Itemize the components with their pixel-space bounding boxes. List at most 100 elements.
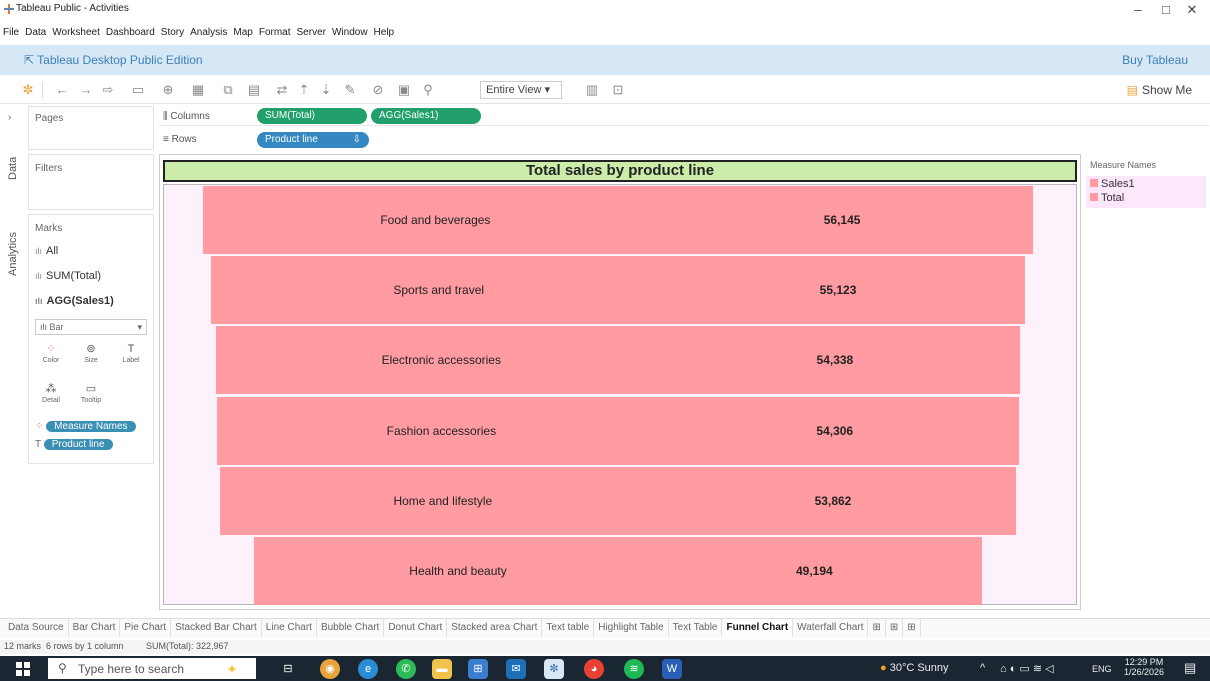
- sheet-tab-pie-chart[interactable]: Pie Chart: [120, 619, 172, 637]
- fit-select[interactable]: Entire View ▾: [480, 81, 562, 99]
- menu-file[interactable]: File: [3, 27, 19, 38]
- sheet-tab-data-source[interactable]: Data Source: [4, 619, 69, 637]
- redo-icon[interactable]: →: [78, 82, 94, 98]
- sheet-tab-stacked-area-chart[interactable]: Stacked area Chart: [447, 619, 543, 637]
- menu-window[interactable]: Window: [332, 27, 368, 38]
- sort-ascending-icon[interactable]: ⇡: [296, 82, 312, 98]
- sheet-tab-text-table[interactable]: Text table: [542, 619, 595, 637]
- clock[interactable]: 12:29 PM 1/26/2026: [1124, 657, 1164, 677]
- mark-type-select[interactable]: ılı Bar ▾: [35, 319, 147, 335]
- sort-descending-icon[interactable]: ⇣: [318, 82, 334, 98]
- sheet-tab-text-table[interactable]: Text Table: [669, 619, 723, 637]
- group-icon[interactable]: ⊘: [370, 82, 386, 98]
- menu-dashboard[interactable]: Dashboard: [106, 27, 155, 38]
- new-story-icon[interactable]: ⊞: [903, 619, 921, 637]
- new-worksheet-icon[interactable]: ⊞: [868, 619, 886, 637]
- menu-map[interactable]: Map: [233, 27, 252, 38]
- new-datasource-icon[interactable]: ⊕: [160, 82, 176, 98]
- menu-analysis[interactable]: Analysis: [190, 27, 227, 38]
- show-me-button[interactable]: ▤ Show Me: [1127, 83, 1192, 97]
- tooltip-card[interactable]: ▭ Tooltip: [77, 381, 105, 409]
- clear-sheet-icon[interactable]: ▤: [246, 82, 262, 98]
- save-icon[interactable]: ▭: [130, 82, 146, 98]
- store-icon[interactable]: ⊞: [468, 659, 488, 679]
- funnel-bar[interactable]: [216, 396, 1020, 465]
- tray-icons[interactable]: ⌂ ◐ ▭ ≋ ◁: [1000, 662, 1054, 675]
- marks-field-measure-names[interactable]: ⁘ Measure Names: [35, 419, 136, 435]
- duplicate-sheet-icon[interactable]: ⧉: [220, 82, 236, 98]
- rows-pill-product-line[interactable]: Product line ⇩: [257, 132, 369, 148]
- close-button[interactable]: ✕: [1180, 2, 1204, 18]
- marks-row-agg-sales1[interactable]: ılı AGG(Sales1): [35, 295, 114, 307]
- analytics-tab[interactable]: Analytics: [7, 232, 19, 276]
- menu-story[interactable]: Story: [161, 27, 184, 38]
- color-card[interactable]: ⁘ Color: [37, 341, 65, 369]
- bar-category-label: Health and beauty: [409, 563, 507, 578]
- columns-pill-sum-total[interactable]: SUM(Total): [257, 108, 367, 124]
- sheet-tab-donut-chart[interactable]: Donut Chart: [384, 619, 448, 637]
- sheet-tab-bubble-chart[interactable]: Bubble Chart: [317, 619, 385, 637]
- presentation-icon[interactable]: ⊡: [610, 82, 626, 98]
- notification-icon[interactable]: ▤: [1184, 660, 1196, 676]
- sheet-tab-waterfall-chart[interactable]: Waterfall Chart: [793, 619, 869, 637]
- funnel-bar[interactable]: [216, 326, 1020, 395]
- menu-worksheet[interactable]: Worksheet: [52, 27, 100, 38]
- swap-icon[interactable]: ⇄: [274, 82, 290, 98]
- sheet-tab-highlight-table[interactable]: Highlight Table: [594, 619, 669, 637]
- file-explorer-icon[interactable]: ▬: [432, 659, 452, 679]
- copilot-sparkle-icon[interactable]: ✦: [222, 659, 242, 679]
- sheet-tab-line-chart[interactable]: Line Chart: [262, 619, 317, 637]
- weather-widget[interactable]: ● 30°C Sunny: [880, 662, 949, 674]
- highlight-icon[interactable]: ✎: [342, 82, 358, 98]
- tableau-logo-icon[interactable]: ✼: [20, 82, 36, 98]
- legend-item-total[interactable]: Total: [1090, 192, 1124, 204]
- fix-axes-icon[interactable]: ⚲: [420, 82, 436, 98]
- new-sheet-icon[interactable]: ▦: [190, 82, 206, 98]
- show-cards-icon[interactable]: ▥: [584, 82, 600, 98]
- replay-icon[interactable]: ⇨: [100, 82, 116, 98]
- language-indicator[interactable]: ENG: [1092, 664, 1112, 674]
- menu-help[interactable]: Help: [374, 27, 395, 38]
- windows-start-icon[interactable]: [16, 662, 30, 676]
- columns-pill-agg-sales1[interactable]: AGG(Sales1): [371, 108, 481, 124]
- new-dashboard-icon[interactable]: ⊞: [886, 619, 904, 637]
- menu-data[interactable]: Data: [25, 27, 46, 38]
- maximize-button[interactable]: □: [1154, 2, 1178, 18]
- minimize-button[interactable]: –: [1126, 2, 1150, 18]
- sheet-tab-bar-chart[interactable]: Bar Chart: [69, 619, 121, 637]
- label-card[interactable]: T Label: [117, 341, 145, 369]
- legend-item-sales1[interactable]: Sales1: [1090, 178, 1135, 190]
- chrome-profile-icon[interactable]: ◕: [584, 659, 604, 679]
- chrome-icon[interactable]: ◉: [320, 659, 340, 679]
- size-card[interactable]: ⊚ Size: [77, 341, 105, 369]
- expand-icon[interactable]: ›: [8, 112, 11, 123]
- mail-icon[interactable]: ✉: [506, 659, 526, 679]
- whatsapp-icon[interactable]: ✆: [396, 659, 416, 679]
- sheet-tab-stacked-bar-chart[interactable]: Stacked Bar Chart: [171, 619, 262, 637]
- labels-icon[interactable]: ▣: [396, 82, 412, 98]
- buy-tableau-link[interactable]: Buy Tableau: [1122, 53, 1188, 67]
- funnel-bar[interactable]: [219, 466, 1017, 535]
- data-tab[interactable]: Data: [7, 157, 19, 180]
- task-view-icon[interactable]: ⊟: [278, 659, 298, 679]
- menu-server[interactable]: Server: [297, 27, 326, 38]
- detail-card[interactable]: ⁂ Detail: [37, 381, 65, 409]
- undo-icon[interactable]: ←: [54, 82, 70, 98]
- marks-row-all[interactable]: ılı All: [35, 245, 58, 257]
- funnel-plot: Food and beverages 56,145 Sports and trave…: [163, 184, 1077, 605]
- marks-field-product-line[interactable]: T Product line: [35, 437, 113, 453]
- sheet-tab-funnel-chart[interactable]: Funnel Chart: [722, 619, 794, 637]
- funnel-bar[interactable]: [254, 536, 982, 605]
- rows-label: ≡ Rows: [163, 134, 197, 145]
- funnel-bar[interactable]: [203, 186, 1033, 255]
- tray-chevron-icon[interactable]: ^: [980, 662, 985, 674]
- pages-title: Pages: [35, 113, 64, 124]
- word-icon[interactable]: W: [662, 659, 682, 679]
- spotify-icon[interactable]: ≋: [624, 659, 644, 679]
- marks-row-sum-total[interactable]: ılı SUM(Total): [35, 270, 101, 282]
- menu-format[interactable]: Format: [259, 27, 291, 38]
- edge-icon[interactable]: e: [358, 659, 378, 679]
- sun-icon: ●: [880, 662, 890, 674]
- tableau-taskbar-icon[interactable]: ✼: [544, 659, 564, 679]
- funnel-bar[interactable]: [210, 256, 1026, 325]
